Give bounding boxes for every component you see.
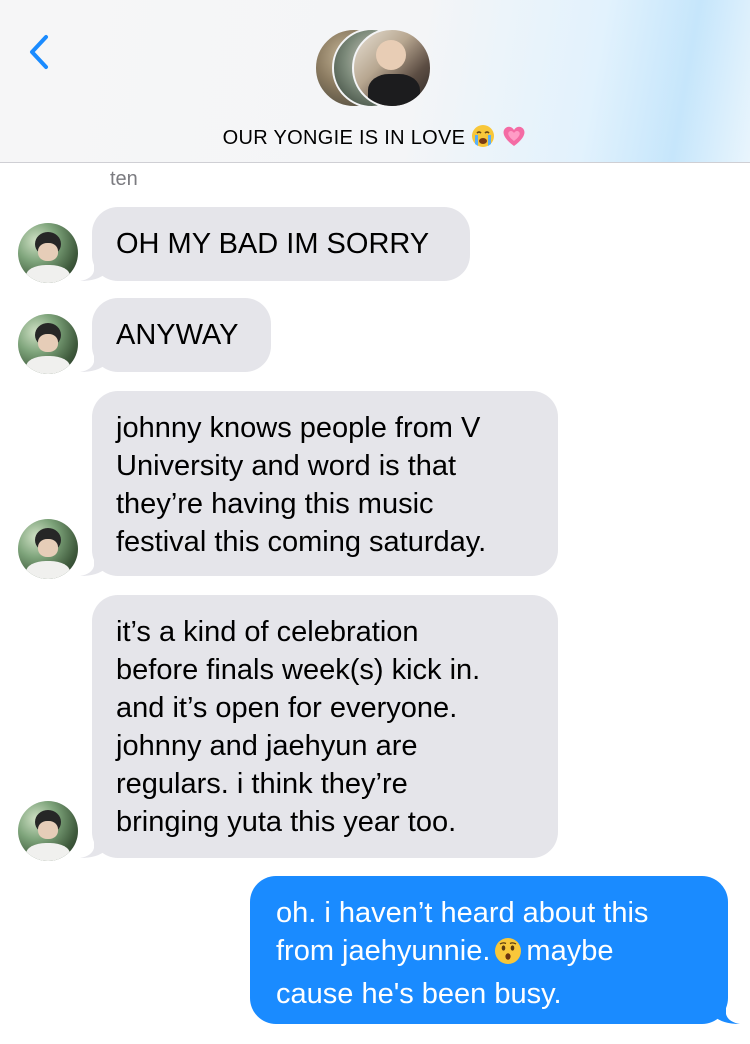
message-text: ANYWAY bbox=[116, 319, 239, 351]
sender-name: ten bbox=[110, 168, 138, 190]
bubble-tail bbox=[80, 259, 106, 281]
bubble-tail bbox=[80, 350, 106, 372]
chevron-left-icon bbox=[30, 35, 48, 69]
message-text-line: cause he's been busy. bbox=[276, 978, 562, 1010]
message-text-segment: from jaehyunnie. bbox=[276, 935, 491, 967]
group-title[interactable]: OUR YONGIE IS IN LOVE bbox=[0, 124, 750, 154]
conversation-header: OUR YONGIE IS IN LOVE bbox=[0, 0, 750, 163]
bubble-tail bbox=[714, 1002, 740, 1024]
group-avatars[interactable] bbox=[314, 28, 438, 110]
incoming-message[interactable]: it’s a kind of celebration before finals… bbox=[80, 595, 558, 858]
bubble-tail bbox=[80, 836, 106, 858]
crying-face-emoji-icon bbox=[471, 124, 495, 154]
incoming-message[interactable]: ANYWAY bbox=[80, 298, 271, 372]
outgoing-message[interactable]: oh. i haven’t heard about this from jaeh… bbox=[250, 876, 740, 1024]
incoming-message[interactable]: johnny knows people from V University an… bbox=[80, 391, 558, 576]
sender-avatar[interactable] bbox=[18, 223, 78, 283]
growing-heart-emoji-icon bbox=[501, 124, 527, 154]
group-title-text: OUR YONGIE IS IN LOVE bbox=[222, 127, 466, 149]
message-text: johnny knows people from V University an… bbox=[116, 412, 487, 558]
sender-avatar[interactable] bbox=[18, 314, 78, 374]
group-avatar bbox=[352, 28, 432, 108]
back-button[interactable] bbox=[22, 30, 62, 74]
incoming-message[interactable]: OH MY BAD IM SORRY bbox=[80, 207, 470, 281]
sender-avatar[interactable] bbox=[18, 519, 78, 579]
message-text: it’s a kind of celebration before finals… bbox=[116, 616, 481, 838]
message-text: OH MY BAD IM SORRY bbox=[116, 228, 430, 260]
message-text-line: from jaehyunnie. maybe bbox=[276, 932, 728, 975]
bubble-tail bbox=[80, 554, 106, 576]
hushed-face-emoji-icon bbox=[494, 937, 522, 975]
message-text-line: oh. i haven’t heard about this bbox=[276, 897, 649, 929]
message-text-segment: maybe bbox=[526, 935, 614, 967]
sender-avatar[interactable] bbox=[18, 801, 78, 861]
